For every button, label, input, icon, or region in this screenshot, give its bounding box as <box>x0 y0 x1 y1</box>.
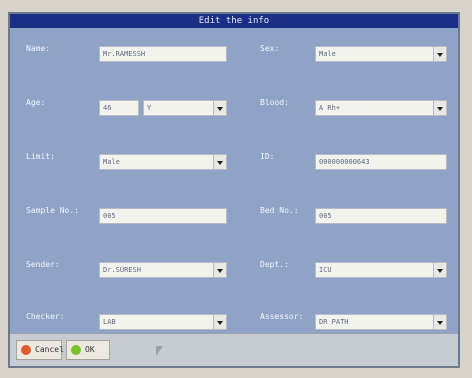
id-input[interactable]: 000000000643 <box>315 154 447 170</box>
name-input[interactable]: Mr.RAMESSH <box>99 46 227 62</box>
sex-value: Male <box>319 50 336 58</box>
edit-info-dialog: Edit the info Name: Mr.RAMESSH Sex: Male… <box>8 12 460 368</box>
sender-dropdown-arrow-icon[interactable] <box>213 263 226 277</box>
age-unit-value: Y <box>147 104 152 112</box>
dept-label: Dept.: <box>260 260 289 269</box>
id-label: ID: <box>260 152 275 161</box>
sample-no-input[interactable]: 005 <box>99 208 227 224</box>
ok-icon <box>71 345 81 355</box>
ok-button-label: OK <box>85 345 95 354</box>
age-unit-select[interactable]: Y <box>143 100 227 116</box>
blood-select[interactable]: A Rh+ <box>315 100 447 116</box>
assessor-select[interactable]: DR PATH <box>315 314 447 330</box>
blood-dropdown-arrow-icon[interactable] <box>433 101 446 115</box>
limit-select[interactable]: Male <box>99 154 227 170</box>
dialog-title: Edit the info <box>10 14 458 28</box>
sender-value: Dr.SURESH <box>103 266 141 274</box>
checker-label: Checker: <box>26 312 65 321</box>
assessor-label: Assessor: <box>260 312 304 321</box>
bed-no-label: Bed No.: <box>260 206 299 215</box>
assessor-dropdown-arrow-icon[interactable] <box>433 315 446 329</box>
sex-label: Sex: <box>260 44 280 53</box>
age-unit-dropdown-arrow-icon[interactable] <box>213 101 226 115</box>
sample-no-label: Sample No.: <box>26 206 79 215</box>
cancel-icon <box>21 345 31 355</box>
age-input[interactable]: 46 <box>99 100 139 116</box>
limit-label: Limit: <box>26 152 55 161</box>
name-label: Name: <box>26 44 51 53</box>
mouse-cursor-icon <box>156 346 163 356</box>
assessor-value: DR PATH <box>319 318 349 326</box>
checker-value: LAB <box>103 318 116 326</box>
checker-dropdown-arrow-icon[interactable] <box>213 315 226 329</box>
sender-label: Sender: <box>26 260 60 269</box>
checker-select[interactable]: LAB <box>99 314 227 330</box>
cancel-button-label: Cancel <box>35 345 64 354</box>
age-label: Age: <box>26 98 46 107</box>
limit-dropdown-arrow-icon[interactable] <box>213 155 226 169</box>
sex-dropdown-arrow-icon[interactable] <box>433 47 446 61</box>
blood-value: A Rh+ <box>319 104 341 112</box>
limit-value: Male <box>103 158 120 166</box>
cancel-button[interactable]: Cancel <box>16 340 64 360</box>
blood-label: Blood: <box>260 98 289 107</box>
dept-select[interactable]: ICU <box>315 262 447 278</box>
ok-button[interactable]: OK <box>66 340 110 360</box>
dept-dropdown-arrow-icon[interactable] <box>433 263 446 277</box>
dept-value: ICU <box>319 266 332 274</box>
sex-select[interactable]: Male <box>315 46 447 62</box>
bed-no-input[interactable]: 005 <box>315 208 447 224</box>
sender-select[interactable]: Dr.SURESH <box>99 262 227 278</box>
dialog-footer: Cancel OK <box>10 333 458 366</box>
